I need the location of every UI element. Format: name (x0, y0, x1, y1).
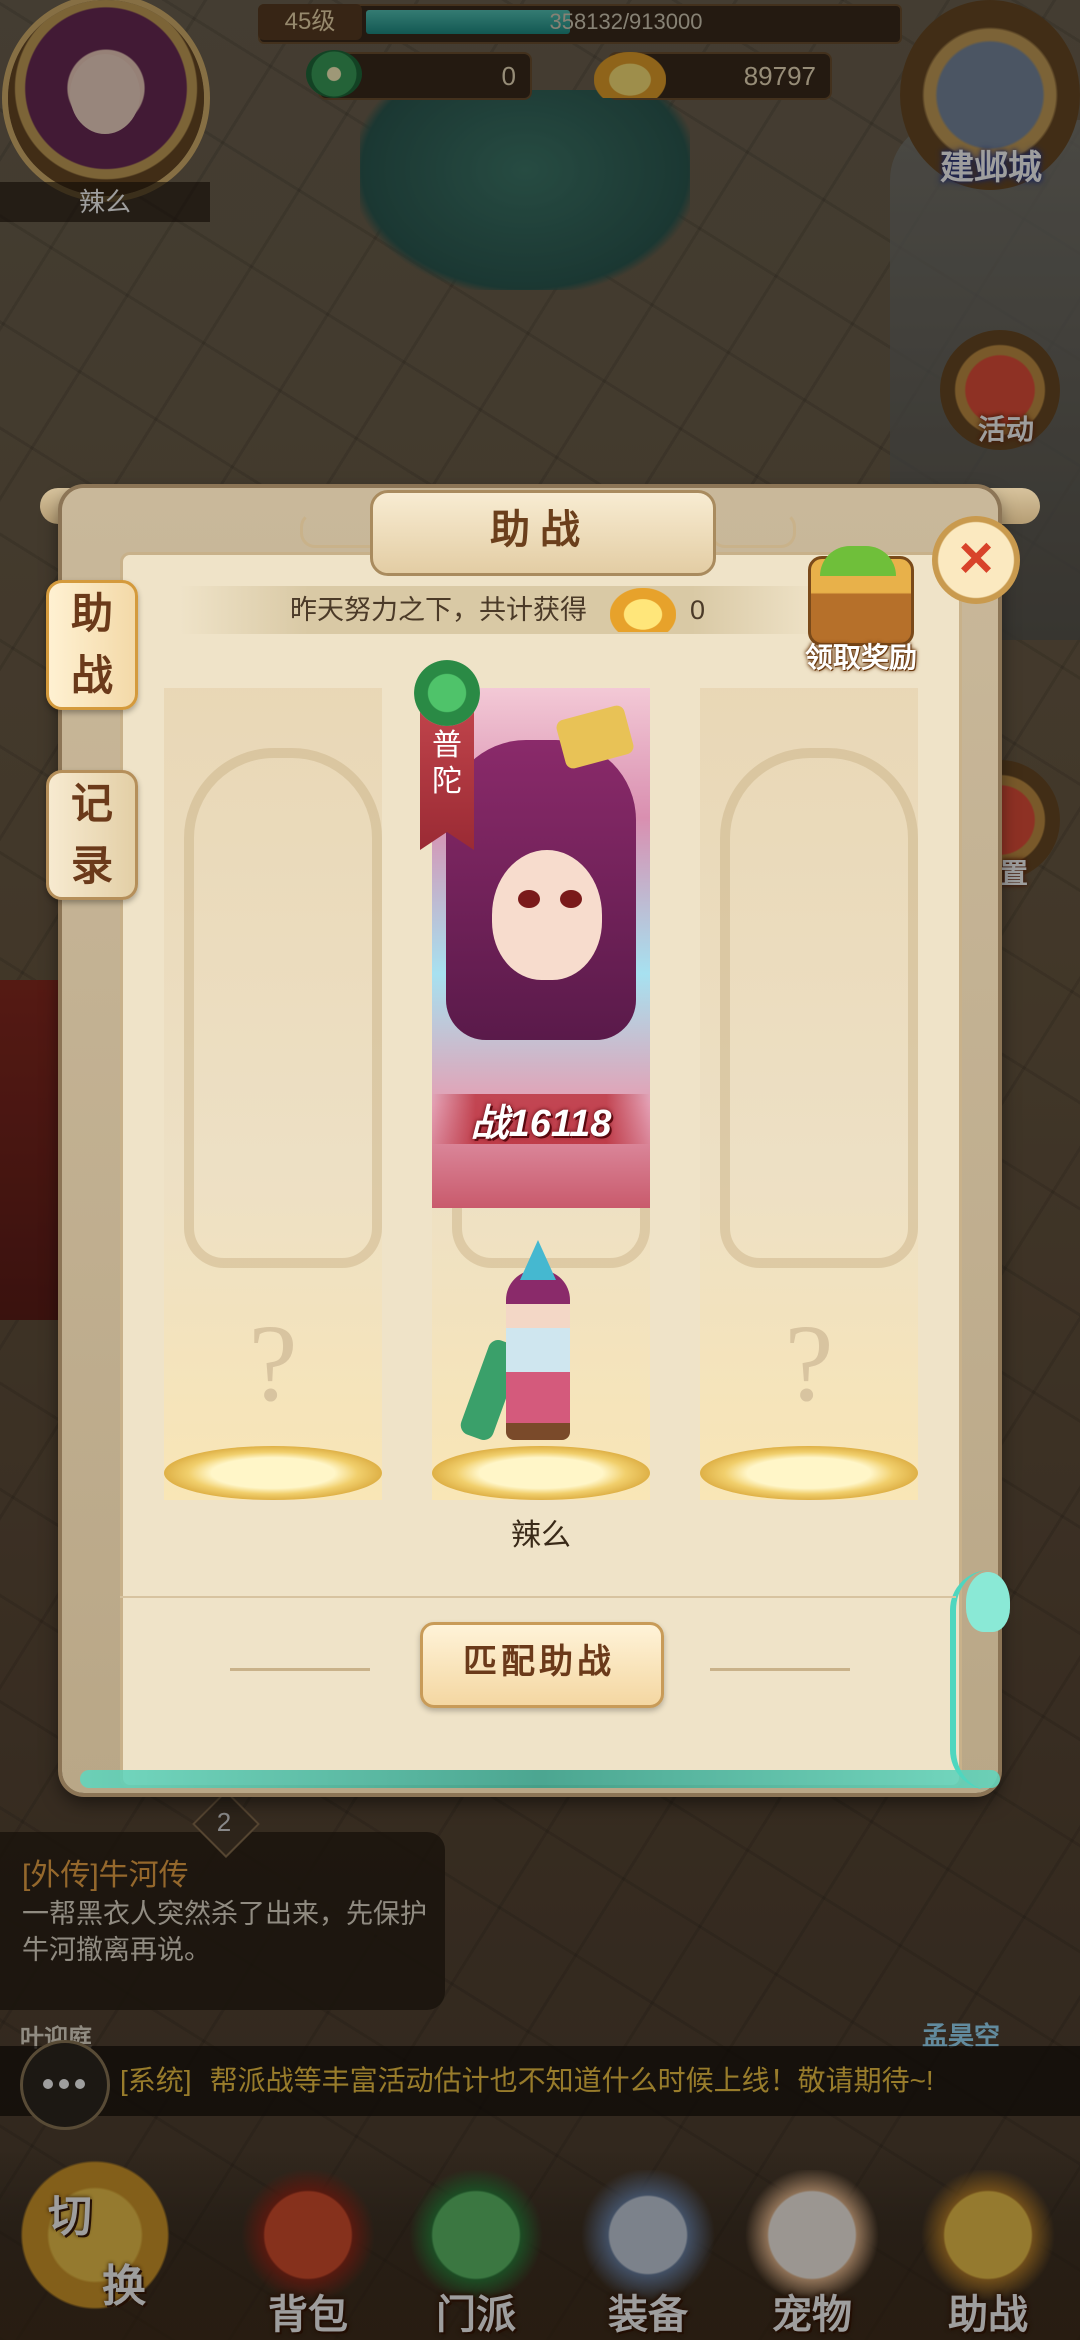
avatar-portrait[interactable] (8, 0, 204, 196)
chat-tag: [系统] (120, 2065, 192, 2096)
hero-face (492, 850, 602, 980)
nav-sect-label: 门派 (436, 2293, 516, 2337)
jade-count: 0 (501, 61, 516, 91)
nav-pet-label: 宠物 (772, 2293, 852, 2337)
equipment-icon (578, 2170, 718, 2300)
dialog-title: 助战 (490, 508, 590, 552)
nav-backpack-label: 背包 (268, 2293, 348, 2337)
nav-pet[interactable]: 宠物 (732, 2170, 892, 2340)
quest-description: 一帮黑衣人突然杀了出来，先保护牛河撤离再说。 (22, 1899, 427, 1965)
jade-bud-decoration (966, 1572, 1010, 1632)
switch-icon[interactable] (10, 2150, 180, 2320)
chat-message-text: 帮派战等丰富活动估计也不知道什么时候上线！敬请期待~! (209, 2065, 934, 2096)
slot-empty-mark-right: ? (784, 1302, 834, 1424)
tab-record-char1: 记 (70, 780, 113, 827)
footer-ornament-left (230, 1668, 370, 1671)
hero-eye-left (518, 890, 540, 908)
assist-icon (918, 2170, 1058, 2300)
slot-empty-mark-left: ? (248, 1302, 298, 1424)
chat-message: [系统] 帮派战等丰富活动估计也不知道什么时候上线！敬请期待~! (120, 2046, 934, 2116)
tab-record-char2: 录 (70, 842, 113, 889)
gold-ingot-icon (594, 52, 666, 98)
dialog-footer-divider (120, 1596, 956, 1598)
match-assist-label[interactable]: 匹配助战 (420, 1622, 658, 1702)
backpack-icon (238, 2170, 378, 2300)
level-badge: 45级 (258, 4, 362, 40)
nav-equipment[interactable]: 装备 (568, 2170, 728, 2340)
city-label: 建邺城 (940, 149, 1042, 187)
claim-reward-label[interactable]: 领取奖励 (786, 636, 936, 676)
reward-info-count: 0 (690, 595, 706, 625)
exp-text: 358132/913000 (549, 9, 703, 34)
school-name: 普陀 (432, 728, 462, 799)
gold-count: 89797 (743, 61, 816, 91)
slot-pedestal-right (700, 1446, 918, 1500)
close-icon[interactable]: × (932, 516, 1020, 604)
tab-assist[interactable]: 助 战 (46, 580, 138, 710)
switch-label-top: 切 (48, 2192, 92, 2241)
quest-title[interactable]: [外传]牛河传 (22, 1850, 189, 1894)
tab-assist-char2: 战 (70, 652, 113, 699)
activity-label: 活动 (978, 414, 1035, 445)
reward-info-text: 昨天努力之下，共计获得 (290, 595, 587, 625)
player-name: 辣么 (0, 182, 210, 222)
footer-ornament-right (710, 1668, 850, 1671)
hero-power: 战16118 (470, 1103, 612, 1145)
hero-name: 辣么 (511, 1519, 571, 1552)
switch-label-bottom: 换 (102, 2262, 146, 2311)
gold-ingot-icon (610, 588, 676, 632)
nav-equipment-label: 装备 (608, 2293, 688, 2337)
slot-pedestal-left (164, 1446, 382, 1500)
nav-sect[interactable]: 门派 (396, 2170, 556, 2340)
slot-pedestal-middle (432, 1446, 650, 1500)
jade-trim (80, 1770, 1000, 1788)
tab-record[interactable]: 记 录 (46, 770, 138, 900)
nav-assist[interactable]: 助战 (908, 2170, 1068, 2340)
jade-coin-icon (306, 50, 362, 98)
chat-bubble-icon[interactable] (20, 2040, 110, 2130)
pond (360, 90, 690, 290)
hero-sprite (506, 1270, 570, 1440)
title-swirl-right (710, 512, 796, 548)
tab-assist-char1: 助 (70, 590, 113, 637)
pet-icon (742, 2170, 882, 2300)
hero-eye-right (560, 890, 582, 908)
nav-backpack[interactable]: 背包 (228, 2170, 388, 2340)
nav-assist-label: 助战 (948, 2293, 1028, 2337)
quest-badge: 2 (216, 1807, 232, 1837)
school-emblem-icon (414, 660, 480, 726)
sect-icon (406, 2170, 546, 2300)
